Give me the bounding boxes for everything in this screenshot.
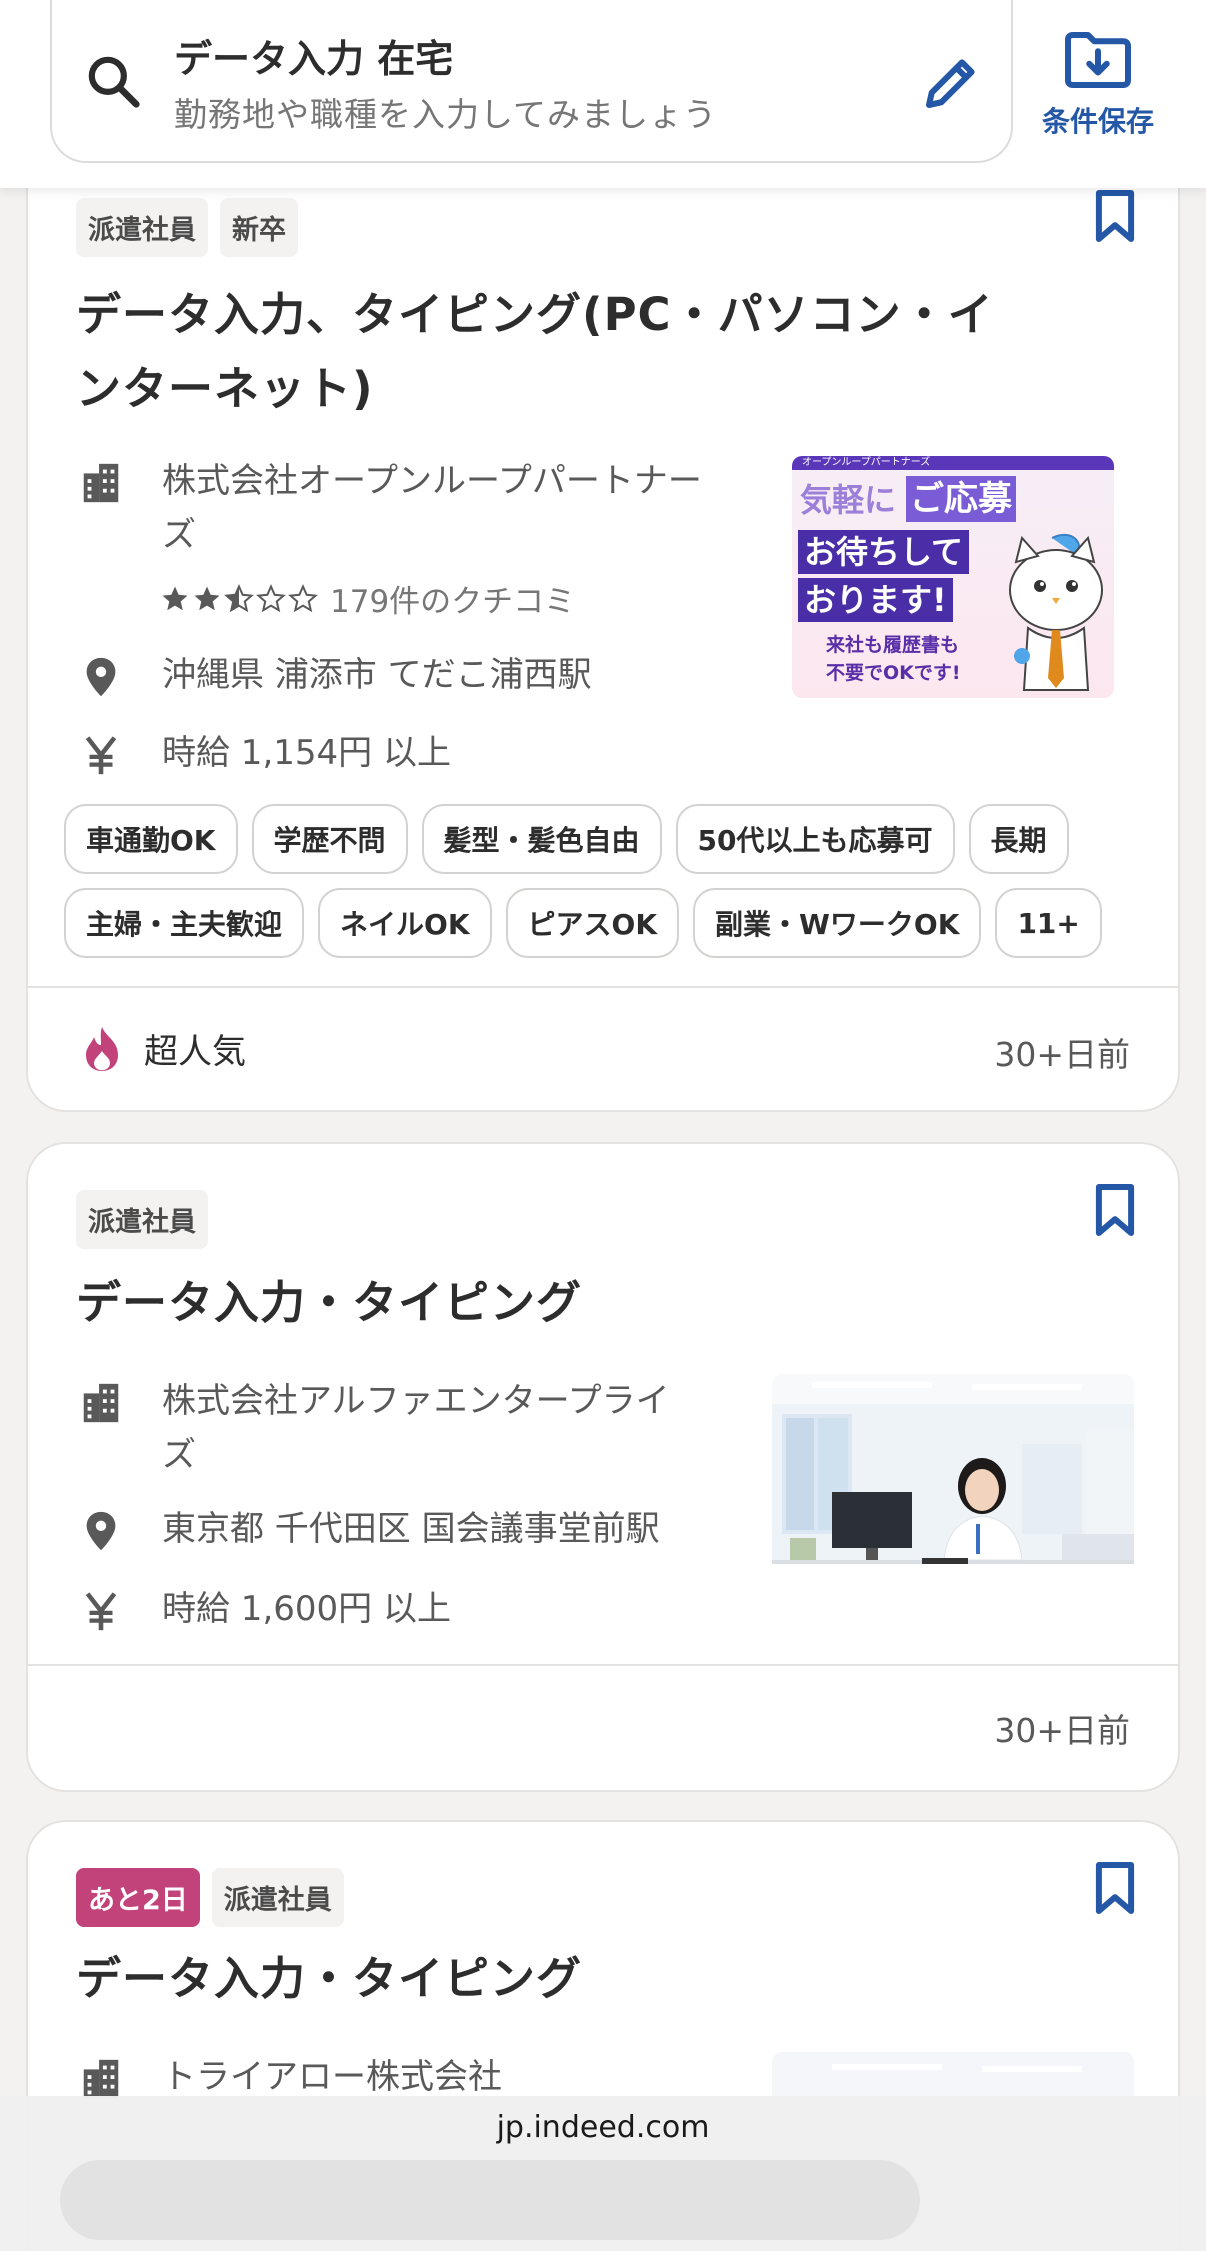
job-title[interactable]: データ入力・タイピング	[76, 1942, 1038, 2016]
star-empty-icon	[288, 583, 318, 612]
popularity-indicator: 超人気	[80, 1024, 246, 1073]
job-badges: 派遣社員 新卒	[76, 198, 298, 257]
banner-line1b: ご応募	[906, 476, 1016, 522]
job-badges: あと2日 派遣社員	[76, 1868, 344, 1927]
building-icon	[83, 1383, 119, 1423]
edit-pencil-icon[interactable]	[918, 50, 984, 116]
popularity-label: 超人気	[144, 1032, 246, 1072]
banner-line5: 不要でOKです!	[826, 662, 961, 684]
office-photo	[772, 1374, 1134, 1614]
job-tags: 車通勤OK 学歴不問 髪型・髪色自由 50代以上も応募可 長期 主婦・主夫歓迎 …	[64, 804, 1154, 958]
salary-row: 時給 1,600円 以上	[78, 1582, 738, 1636]
bookmark-icon[interactable]	[1092, 188, 1138, 244]
company-name[interactable]: 株式会社オープンループパートナーズ	[162, 454, 702, 562]
browser-url[interactable]: jp.indeed.com	[0, 2110, 1206, 2145]
star-full-icon	[194, 586, 220, 610]
location-row: 東京都 千代田区 国会議事堂前駅	[78, 1502, 738, 1556]
tag-chip[interactable]: ネイルOK	[318, 888, 492, 958]
star-full-icon	[162, 586, 188, 610]
job-salary: 時給 1,154円 以上	[162, 733, 451, 773]
search-icon	[88, 56, 140, 108]
star-half-icon	[224, 583, 254, 612]
posted-date: 30+日前	[994, 1711, 1130, 1750]
tag-chip[interactable]: 副業・WワークOK	[693, 888, 982, 958]
company-row: 株式会社オープンループパートナーズ	[78, 454, 738, 562]
more-tags-chip[interactable]: 11+	[995, 888, 1102, 958]
yen-icon	[85, 736, 117, 775]
job-thumbnail[interactable]	[772, 1374, 1134, 1614]
save-search-button[interactable]: 条件保存	[1030, 30, 1166, 150]
job-location: 沖縄県 浦添市 てだこ浦西駅	[162, 655, 592, 695]
tag-chip[interactable]: 学歴不問	[251, 804, 408, 874]
location-row: 沖縄県 浦添市 てだこ浦西駅	[78, 648, 738, 702]
rating-stars	[160, 583, 318, 614]
job-salary: 時給 1,600円 以上	[162, 1589, 451, 1629]
save-search-label: 条件保存	[1041, 105, 1154, 138]
job-location: 東京都 千代田区 国会議事堂前駅	[162, 1509, 660, 1549]
search-placeholder[interactable]: 勤務地や職種を入力してみましょう	[174, 88, 717, 136]
tag-chip[interactable]: 50代以上も応募可	[675, 804, 955, 874]
job-thumbnail[interactable]: オープンループパートナーズ 気軽に ご応募 お待ちして おります! 来社も履歴書…	[792, 456, 1114, 698]
job-title[interactable]: データ入力、タイピング(PC・パソコン・インターネット)	[76, 278, 1038, 426]
job-badges: 派遣社員	[76, 1190, 208, 1249]
deadline-badge: あと2日	[76, 1868, 200, 1927]
bookmark-icon[interactable]	[1092, 1860, 1138, 1916]
tag-chip[interactable]: 長期	[968, 804, 1069, 874]
tag-chip[interactable]: 主婦・主夫歓迎	[64, 888, 305, 958]
review-count[interactable]: 179件のクチコミ	[330, 576, 575, 621]
search-box[interactable]: データ入力 在宅 勤務地や職種を入力してみましょう	[50, 0, 1013, 163]
banner-line3: おります!	[798, 578, 953, 622]
bookmark-icon[interactable]	[1092, 1182, 1138, 1238]
browser-address-pill[interactable]	[60, 2160, 920, 2240]
banner-line4: 来社も履歴書も	[826, 634, 960, 656]
job-card[interactable]: 派遣社員 新卒 データ入力、タイピング(PC・パソコン・インターネット) 株式会…	[26, 150, 1180, 1112]
card-divider	[28, 1664, 1178, 1666]
posted-date: 30+日前	[994, 1035, 1130, 1074]
card-divider	[28, 986, 1178, 988]
company-rating[interactable]: 179件のクチコミ	[160, 576, 575, 621]
company-name[interactable]: 株式会社アルファエンタープライズ	[162, 1374, 702, 1482]
location-pin-icon	[86, 657, 116, 697]
yen-icon	[85, 1592, 117, 1631]
job-type-badge: 派遣社員	[76, 1190, 208, 1249]
location-pin-icon	[86, 1511, 116, 1551]
banner-line1a: 気軽に	[800, 481, 897, 519]
star-empty-icon	[256, 583, 286, 612]
banner-line2: お待ちして	[798, 530, 970, 574]
header: データ入力 在宅 勤務地や職種を入力してみましょう 条件保存	[0, 0, 1206, 188]
tag-chip[interactable]: 車通勤OK	[64, 804, 238, 874]
job-type-badge: 派遣社員	[76, 198, 208, 257]
building-icon	[83, 463, 119, 503]
search-query[interactable]: データ入力 在宅	[174, 28, 453, 83]
new-grad-badge: 新卒	[220, 198, 298, 257]
browser-toolbar: jp.indeed.com	[0, 2096, 1206, 2251]
cat-mascot-illustration	[1009, 533, 1103, 691]
flame-icon	[86, 1026, 118, 1071]
tag-chip[interactable]: ピアスOK	[505, 888, 680, 958]
folder-download-icon	[1065, 32, 1131, 88]
job-card[interactable]: 派遣社員 データ入力・タイピング 株式会社アルファエンタープライズ 東京都 千代…	[26, 1142, 1180, 1792]
job-title[interactable]: データ入力・タイピング	[76, 1266, 1038, 1340]
tag-chip[interactable]: 髪型・髪色自由	[421, 804, 662, 874]
salary-row: 時給 1,154円 以上	[78, 726, 738, 780]
job-type-badge: 派遣社員	[211, 1868, 344, 1927]
banner-company-header: オープンループパートナーズ	[802, 457, 931, 468]
company-row: 株式会社アルファエンタープライズ	[78, 1374, 738, 1482]
